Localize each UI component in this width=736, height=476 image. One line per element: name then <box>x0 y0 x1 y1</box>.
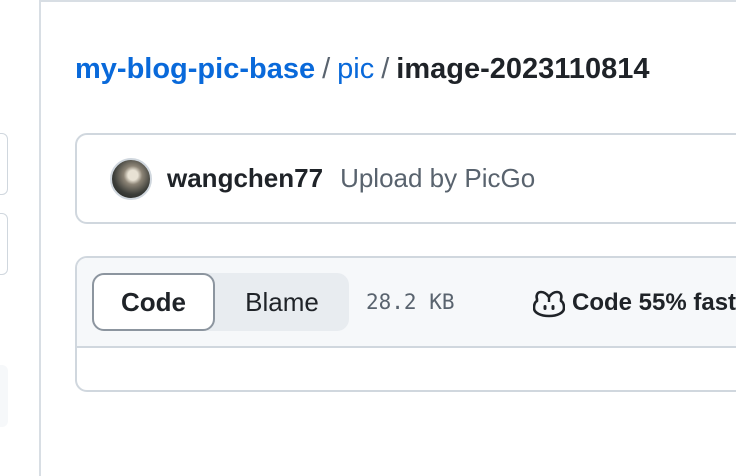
code-tab[interactable]: Code <box>92 273 215 331</box>
breadcrumb: my-blog-pic-base / pic / image-202311081… <box>75 50 649 88</box>
file-header: Code Blame 28.2 KB Code 55% fast <box>77 258 736 348</box>
breadcrumb-separator: / <box>381 53 390 85</box>
copilot-icon <box>533 290 565 318</box>
file-content-box: Code Blame 28.2 KB Code 55% fast <box>75 256 736 392</box>
breadcrumb-file-name: image-2023110814 <box>396 53 650 85</box>
sidebar-item[interactable] <box>0 365 8 427</box>
commit-author-link[interactable]: wangchen77 <box>167 163 323 194</box>
file-view-page: my-blog-pic-base / pic / image-202311081… <box>0 0 736 476</box>
copilot-suggestion-text: Code 55% fast <box>572 289 736 316</box>
latest-commit-box: wangchen77 Upload by PicGo <box>75 133 736 224</box>
file-tree-sidebar <box>0 0 41 476</box>
breadcrumb-separator: / <box>322 53 331 85</box>
avatar[interactable] <box>110 157 152 200</box>
breadcrumb-repo-link[interactable]: my-blog-pic-base <box>75 50 315 88</box>
blame-tab[interactable]: Blame <box>215 273 349 331</box>
file-size: 28.2 KB <box>366 290 455 314</box>
copilot-suggestion[interactable]: Code 55% fast <box>533 288 736 318</box>
sidebar-control[interactable] <box>0 213 8 275</box>
breadcrumb-folder-link[interactable]: pic <box>337 50 374 88</box>
sidebar-control[interactable] <box>0 133 8 195</box>
view-mode-toggle: Code Blame <box>92 273 349 331</box>
header-divider <box>41 0 736 2</box>
commit-message-link[interactable]: Upload by PicGo <box>340 163 535 194</box>
